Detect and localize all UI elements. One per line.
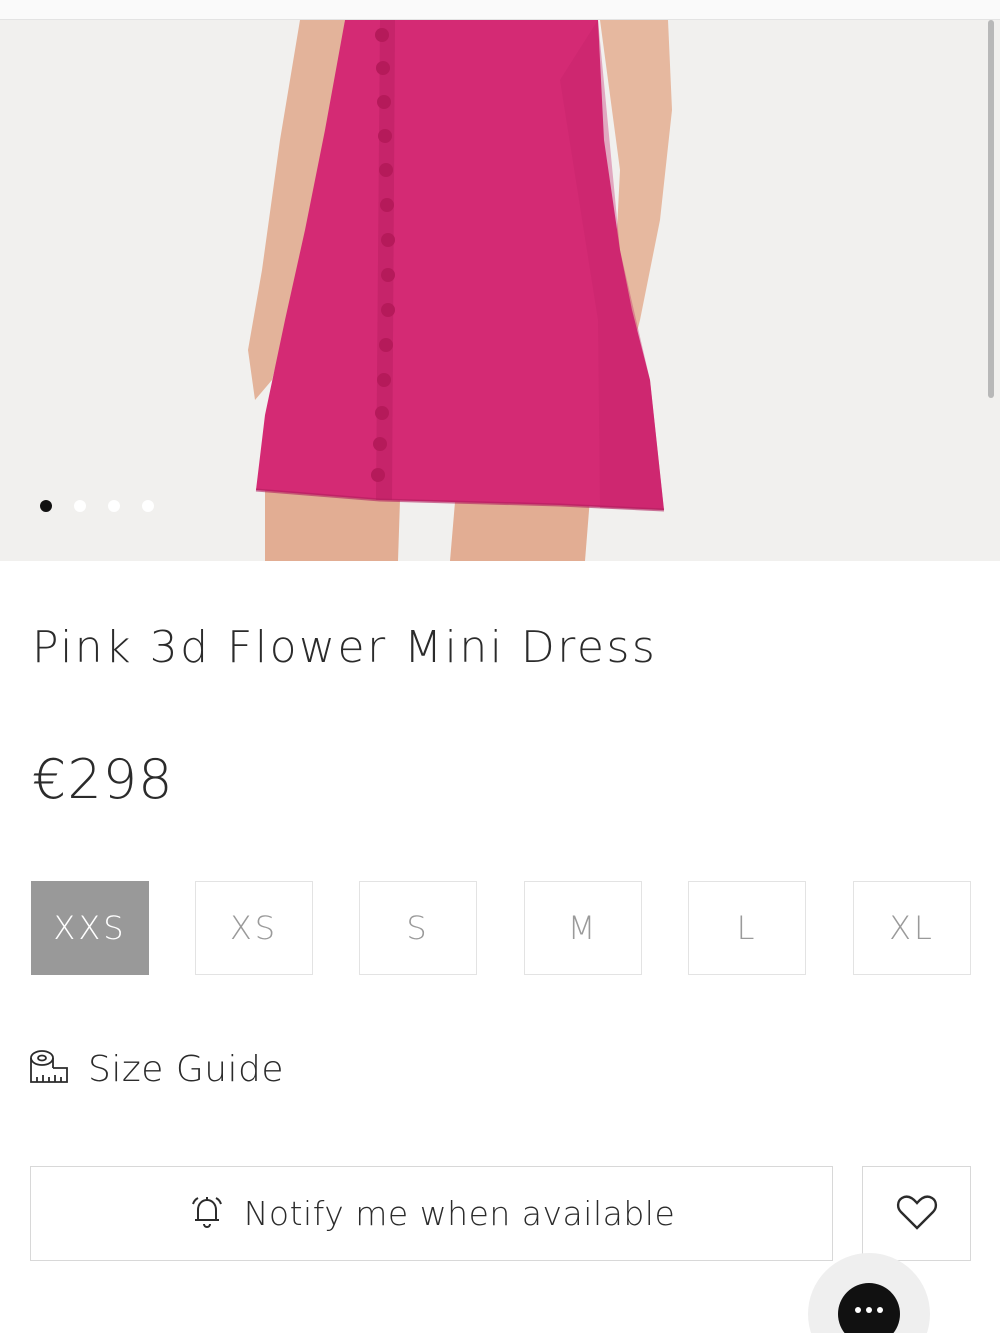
- bell-icon: [188, 1193, 226, 1235]
- chat-dots-icon: [855, 1307, 861, 1313]
- carousel-dot-3[interactable]: [108, 500, 120, 512]
- carousel-dot-4[interactable]: [142, 500, 154, 512]
- chat-dot: [877, 1307, 883, 1313]
- carousel-dots: [40, 500, 154, 512]
- product-title: Pink 3d Flower Mini Dress: [32, 622, 658, 673]
- size-selector: XXS XS S M L XL: [31, 881, 971, 975]
- size-option-xl[interactable]: XL: [853, 881, 971, 975]
- product-image: [0, 20, 1000, 561]
- size-guide-link[interactable]: Size Guide: [28, 1046, 284, 1092]
- product-image-carousel[interactable]: [0, 20, 1000, 561]
- product-page: Pink 3d Flower Mini Dress €298 XXS XS S …: [0, 0, 1000, 1333]
- size-option-s[interactable]: S: [359, 881, 477, 975]
- chat-dot: [866, 1307, 872, 1313]
- carousel-dot-1[interactable]: [40, 500, 52, 512]
- page-scrollbar[interactable]: [988, 20, 994, 398]
- add-to-wishlist-button[interactable]: [862, 1166, 971, 1261]
- size-option-xs[interactable]: XS: [195, 881, 313, 975]
- measuring-tape-icon: [28, 1046, 70, 1092]
- size-option-m[interactable]: M: [524, 881, 642, 975]
- notify-me-button[interactable]: Notify me when available: [30, 1166, 833, 1261]
- size-guide-label: Size Guide: [88, 1048, 285, 1090]
- heart-icon: [896, 1193, 938, 1235]
- product-price: €298: [32, 748, 174, 811]
- size-option-xxs[interactable]: XXS: [31, 881, 149, 975]
- carousel-dot-2[interactable]: [74, 500, 86, 512]
- top-bar: [0, 0, 1000, 20]
- size-option-l[interactable]: L: [688, 881, 806, 975]
- notify-me-label: Notify me when available: [243, 1194, 676, 1233]
